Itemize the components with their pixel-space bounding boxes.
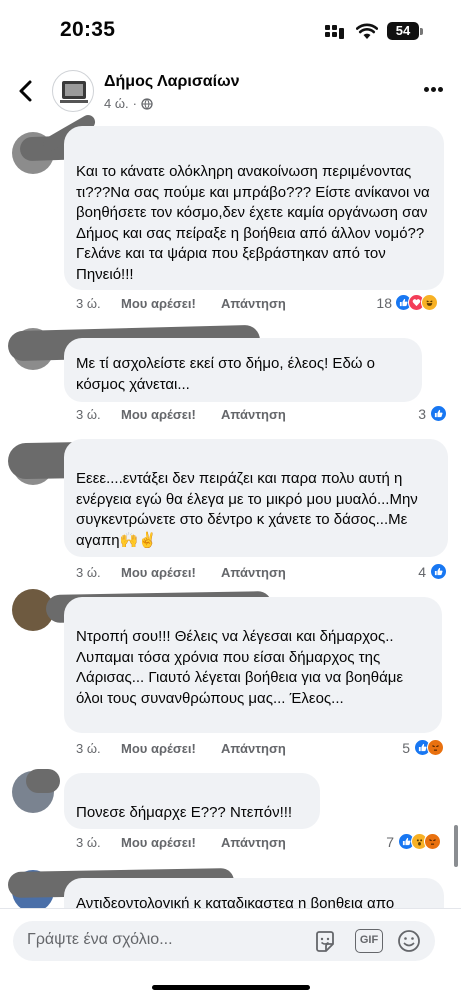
comment-text: Ντροπή σου!!! Θέλεις να λέγεσαι και δήμα… — [76, 628, 404, 707]
like-reaction-icon — [430, 405, 447, 422]
reactions-count[interactable]: 18 — [362, 295, 392, 311]
comment: Ντροπή σου!!! Θέλεις να λέγεσαι και δήμα… — [0, 589, 461, 769]
comment-time: 3 ώ. — [76, 407, 101, 422]
reactions-count[interactable]: 7 — [364, 834, 394, 850]
haha-reaction-icon — [421, 294, 438, 311]
page-avatar[interactable] — [52, 70, 94, 112]
comment-time: 3 ώ. — [76, 835, 101, 850]
status-time: 20:35 — [60, 18, 116, 41]
cellular-signal-icon — [325, 25, 345, 39]
emoji-icon[interactable] — [395, 927, 423, 955]
reactions-count[interactable]: 3 — [396, 406, 426, 422]
post-time: 4 ώ. — [104, 96, 129, 111]
reactions-count[interactable]: 4 — [396, 564, 426, 580]
wifi-icon — [356, 23, 378, 39]
post-header: Δήμος Λαρισαίων 4 ώ. · — [0, 62, 461, 122]
reactions-summary[interactable] — [430, 405, 447, 422]
reactions-summary[interactable] — [398, 833, 441, 850]
like-reaction-icon — [430, 563, 447, 580]
reactions-summary[interactable] — [430, 563, 447, 580]
reply-button[interactable]: Απάντηση — [221, 407, 286, 422]
back-arrow-icon[interactable] — [12, 76, 42, 106]
reply-button[interactable]: Απάντηση — [221, 835, 286, 850]
comment-text: Πονεσε δήμαρχε Ε??? Ντεπόν!!! — [76, 804, 293, 821]
comment: Εεεε....εντάξει δεν πειράζει και παρα πο… — [0, 437, 461, 589]
like-button[interactable]: Μου αρέσει! — [121, 741, 196, 756]
reply-button[interactable]: Απάντηση — [221, 741, 286, 756]
comment-time: 3 ώ. — [76, 296, 101, 311]
page-name[interactable]: Δήμος Λαρισαίων — [104, 73, 240, 91]
home-indicator — [152, 985, 310, 990]
angry-reaction-icon — [424, 833, 441, 850]
comment-bubble: Πονεσε δήμαρχε Ε??? Ντεπόν!!! — [64, 773, 320, 829]
like-button[interactable]: Μου αρέσει! — [121, 835, 196, 850]
reply-button[interactable]: Απάντηση — [221, 296, 286, 311]
comment: Πονεσε δήμαρχε Ε??? Ντεπόν!!! 3 ώ. Μου α… — [0, 769, 461, 867]
scroll-indicator[interactable] — [454, 825, 458, 867]
comment-text: Και το κάνατε ολόκληρη ανακοίνωση περιμέ… — [76, 163, 430, 283]
comment: Αντιδεοντολογική κ καταδικαστεα η βοηθει… — [0, 864, 461, 908]
meta-separator: · — [132, 96, 137, 111]
comment-bubble: Ντροπή σου!!! Θέλεις να λέγεσαι και δήμα… — [64, 597, 442, 733]
battery-tip — [420, 28, 423, 35]
more-icon[interactable] — [424, 87, 444, 95]
redacted-name — [26, 769, 60, 793]
like-button[interactable]: Μου αρέσει! — [121, 296, 196, 311]
comment-time: 3 ώ. — [76, 741, 101, 756]
reply-button[interactable]: Απάντηση — [221, 565, 286, 580]
like-button[interactable]: Μου αρέσει! — [121, 407, 196, 422]
angry-reaction-icon — [427, 739, 444, 756]
comment-input[interactable]: Γράψτε ένα σχόλιο... GIF — [13, 921, 435, 961]
comment-text: Εεεε....εντάξει δεν πειράζει και παρα πο… — [76, 470, 418, 549]
reactions-count[interactable]: 5 — [380, 740, 410, 756]
comment-input-placeholder: Γράψτε ένα σχόλιο... — [27, 931, 173, 948]
comment: Με τί ασχολείστε εκεί στο δήμο, έλεος! Ε… — [0, 322, 461, 437]
status-bar: 20:35 54 — [0, 0, 461, 62]
comment-text: Αντιδεοντολογική κ καταδικαστεα η βοηθει… — [76, 895, 395, 908]
like-button[interactable]: Μου αρέσει! — [121, 565, 196, 580]
comment-composer: Γράψτε ένα σχόλιο... GIF — [0, 908, 461, 968]
reactions-summary[interactable] — [395, 294, 438, 311]
comment: Και το κάνατε ολόκληρη ανακοίνωση περιμέ… — [0, 112, 461, 322]
comment-bubble: Αντιδεοντολογική κ καταδικαστεα η βοηθει… — [64, 878, 444, 908]
globe-icon — [141, 97, 153, 110]
comment-time: 3 ώ. — [76, 565, 101, 580]
comment-text: Με τί ασχολείστε εκεί στο δήμο, έλεος! Ε… — [76, 355, 376, 393]
gif-icon[interactable]: GIF — [355, 929, 383, 953]
comment-bubble: Εεεε....εντάξει δεν πειράζει και παρα πο… — [64, 439, 448, 557]
reactions-summary[interactable] — [414, 739, 444, 756]
post-meta: 4 ώ. · — [104, 96, 153, 111]
page-logo — [60, 81, 88, 103]
comment-bubble: Με τί ασχολείστε εκεί στο δήμο, έλεος! Ε… — [64, 338, 422, 402]
comment-bubble: Και το κάνατε ολόκληρη ανακοίνωση περιμέ… — [64, 126, 444, 290]
battery-indicator: 54 — [387, 22, 419, 40]
sticker-icon[interactable] — [311, 927, 339, 955]
